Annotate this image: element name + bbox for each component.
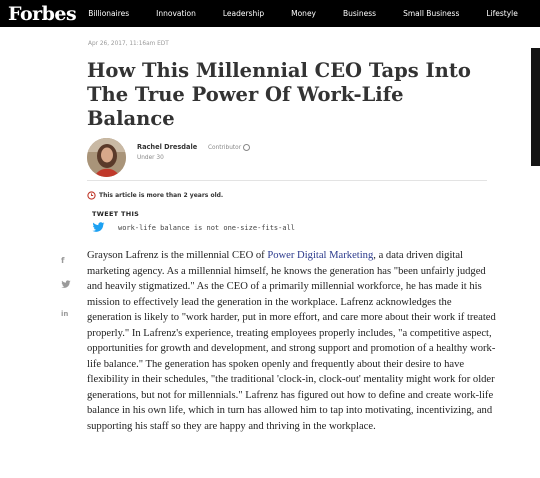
side-panel-edge [531, 48, 540, 166]
twitter-icon [61, 280, 71, 288]
nav-link-business[interactable]: Business [343, 9, 376, 18]
power-digital-marketing-link[interactable]: Power Digital Marketing [267, 250, 373, 261]
nav-link-billionaires[interactable]: Billionaires [88, 9, 129, 18]
info-icon[interactable] [242, 144, 250, 151]
divider [87, 180, 487, 181]
clock-icon [87, 191, 96, 200]
author-avatar[interactable] [87, 138, 126, 177]
top-navigation-bar: Forbes Billionaires Innovation Leadershi… [0, 0, 540, 27]
article-title: How This Millennial CEO Taps Into The Tr… [87, 59, 471, 130]
body-text-rest: , a data driven digital marketing agency… [87, 250, 496, 432]
nav-link-innovation[interactable]: Innovation [156, 9, 196, 18]
facebook-icon: f [61, 256, 65, 265]
article-body-paragraph: Grayson Lafrenz is the millennial CEO of… [87, 248, 497, 434]
body-text-start: Grayson Lafrenz is the millennial CEO of [87, 250, 268, 261]
article-age-notice: This article is more than 2 years old. [87, 191, 223, 200]
author-name[interactable]: Rachel Dresdale [137, 143, 197, 151]
author-subtitle: Under 30 [137, 155, 164, 161]
author-role: Contributor [208, 144, 250, 151]
linkedin-icon: in [61, 310, 69, 318]
share-twitter-button[interactable] [61, 276, 71, 294]
share-linkedin-button[interactable]: in [61, 303, 68, 321]
tweet-quote[interactable]: work-life balance is not one-size-fits-a… [118, 224, 295, 232]
tweet-this-label: TWEET THIS [92, 210, 140, 218]
nav-link-leadership[interactable]: Leadership [223, 9, 264, 18]
share-facebook-button[interactable]: f [61, 250, 64, 268]
twitter-bird-icon[interactable] [92, 222, 105, 233]
nav-link-lifestyle[interactable]: Lifestyle [486, 9, 518, 18]
nav-link-money[interactable]: Money [291, 9, 316, 18]
nav-link-small-business[interactable]: Small Business [403, 9, 459, 18]
article-date: Apr 26, 2017, 11:16am EDT [88, 41, 169, 47]
forbes-logo[interactable]: Forbes [8, 3, 77, 25]
article-age-text: This article is more than 2 years old. [99, 192, 224, 199]
